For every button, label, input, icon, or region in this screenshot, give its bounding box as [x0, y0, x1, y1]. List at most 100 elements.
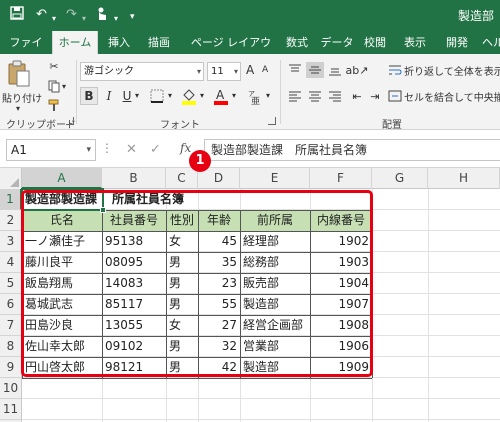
group-divider — [76, 60, 77, 124]
borders-dropdown-icon[interactable]: ▾ — [168, 91, 172, 100]
gridline — [22, 398, 500, 399]
name-box[interactable]: A1 ▾ — [6, 139, 96, 161]
row-header-10[interactable]: 10 — [0, 378, 22, 399]
align-middle-icon[interactable] — [306, 62, 324, 78]
underline-button[interactable]: U — [120, 87, 134, 105]
merge-center-icon[interactable] — [388, 88, 402, 104]
column-header-h[interactable]: H — [428, 168, 500, 189]
align-left-icon[interactable] — [286, 88, 304, 104]
tab-insert[interactable]: 挿入 — [104, 31, 134, 54]
copy-icon[interactable] — [46, 78, 62, 94]
tab-help[interactable]: ヘルプ — [482, 31, 500, 54]
wrap-text-icon[interactable] — [388, 62, 402, 78]
phonetic-dropdown-icon[interactable]: ▾ — [266, 91, 270, 100]
touch-mode-icon[interactable] — [96, 6, 110, 28]
column-header-b[interactable]: B — [102, 168, 166, 189]
column-header-c[interactable]: C — [166, 168, 198, 189]
bold-button[interactable]: B — [80, 87, 98, 105]
row-header-9[interactable]: 9 — [0, 357, 22, 378]
paste-button[interactable]: 貼り付け — [2, 90, 42, 105]
font-size-combo[interactable]: 11 ▾ — [207, 62, 241, 81]
alignment-group-label: 配置 — [382, 120, 402, 131]
cancel-icon[interactable]: ✕ — [126, 142, 137, 157]
formula-input[interactable]: 製造部製造課 所属社員名簿 — [204, 139, 500, 161]
chevron-down-icon: ▾ — [86, 145, 91, 155]
tab-review[interactable]: 校閲 — [360, 31, 390, 54]
svg-text:亜: 亜 — [251, 96, 260, 105]
merge-center-button[interactable]: セルを結合して中央揃え — [404, 88, 500, 104]
increase-indent-icon[interactable]: ⇥ — [366, 88, 384, 104]
clipboard-launcher-icon[interactable] — [66, 117, 74, 125]
column-headers: A B C D E F G H — [0, 168, 500, 189]
row-header-4[interactable]: 4 — [0, 252, 22, 273]
font-size-value: 11 — [211, 66, 224, 77]
undo-icon[interactable]: ↶ — [36, 6, 47, 24]
tab-developer[interactable]: 開発 — [442, 31, 472, 54]
tab-formulas[interactable]: 数式 — [282, 31, 312, 54]
row-header-8[interactable]: 8 — [0, 336, 22, 357]
copy-dropdown-icon[interactable]: ▾ — [62, 82, 66, 91]
save-icon[interactable] — [10, 6, 24, 26]
row-header-5[interactable]: 5 — [0, 273, 22, 294]
column-header-g[interactable]: G — [372, 168, 428, 189]
gridline — [428, 189, 429, 422]
row-header-3[interactable]: 3 — [0, 231, 22, 252]
align-right-icon[interactable] — [326, 88, 344, 104]
select-all-button[interactable] — [0, 168, 22, 189]
tab-home[interactable]: ホーム — [52, 31, 98, 54]
column-header-f[interactable]: F — [310, 168, 372, 189]
row-header-2[interactable]: 2 — [0, 210, 22, 231]
undo-dropdown-icon[interactable]: ▾ — [52, 10, 56, 28]
column-header-e[interactable]: E — [240, 168, 310, 189]
name-box-value: A1 — [11, 143, 27, 157]
tab-draw[interactable]: 描画 — [144, 31, 174, 54]
row-header-7[interactable]: 7 — [0, 315, 22, 336]
customize-icon[interactable]: ▾ — [130, 8, 135, 26]
tab-view[interactable]: 表示 — [400, 31, 430, 54]
align-center-icon[interactable] — [306, 88, 324, 104]
redo-icon[interactable]: ↷ — [66, 6, 77, 24]
fill-color-icon[interactable] — [180, 86, 198, 106]
touch-dropdown-icon[interactable]: ▾ — [114, 10, 118, 28]
paste-dropdown-icon[interactable]: ▾ — [16, 104, 20, 113]
grow-font-icon[interactable]: A — [246, 63, 254, 77]
align-top-icon[interactable] — [286, 62, 304, 78]
tab-data[interactable]: データ — [320, 31, 354, 54]
row-header-1[interactable]: 1 — [0, 189, 22, 210]
font-color-dropdown-icon[interactable]: ▾ — [232, 91, 236, 100]
column-header-d[interactable]: D — [198, 168, 240, 189]
underline-dropdown-icon[interactable]: ▾ — [135, 91, 139, 100]
row-header-6[interactable]: 6 — [0, 294, 22, 315]
borders-icon[interactable] — [148, 88, 166, 104]
column-header-a[interactable]: A — [22, 168, 102, 189]
row-header-11[interactable]: 11 — [0, 399, 22, 420]
redo-dropdown-icon[interactable]: ▾ — [82, 10, 86, 28]
decrease-indent-icon[interactable]: ⇤ — [348, 88, 366, 104]
chevron-down-icon: ▾ — [233, 67, 238, 76]
wrap-text-button[interactable]: 折り返して全体を表示す — [404, 62, 500, 78]
title-bar: ↶ ▾ ↷ ▾ ▾ ▾ 製造部 — [0, 0, 500, 31]
font-color-icon[interactable]: A — [212, 86, 230, 106]
font-launcher-icon[interactable] — [268, 117, 276, 125]
insert-function-icon[interactable]: fx — [180, 141, 191, 155]
phonetic-icon[interactable]: ア亜 — [246, 88, 264, 106]
ribbon-home: 貼り付け ▾ ✂ ▾ クリップボード 游ゴシック ▾ 11 ▾ A A B I … — [0, 54, 500, 131]
cut-icon[interactable]: ✂ — [46, 58, 62, 74]
font-name-value: 游ゴシック — [84, 66, 134, 77]
annotation-badge: 1 — [189, 150, 211, 172]
align-bottom-icon[interactable] — [326, 62, 344, 78]
format-painter-icon[interactable] — [46, 97, 62, 113]
italic-button[interactable]: I — [102, 87, 116, 105]
enter-icon[interactable]: ✓ — [150, 142, 161, 157]
ribbon-tabs: ファイル ホーム 挿入 描画 ページ レイアウト 数式 データ 校閲 表示 開発… — [0, 31, 500, 72]
chevron-down-icon: ▾ — [196, 67, 201, 76]
fill-color-dropdown-icon[interactable]: ▾ — [200, 91, 204, 100]
shrink-font-icon[interactable]: A — [262, 65, 268, 75]
tab-file[interactable]: ファイル — [6, 31, 46, 72]
orientation-icon[interactable]: ab↗ — [346, 62, 369, 78]
paste-icon[interactable] — [4, 58, 34, 90]
more-options-icon[interactable]: ⋮ — [101, 141, 113, 155]
tab-page-layout[interactable]: ページ レイアウト — [186, 31, 276, 72]
font-name-combo[interactable]: 游ゴシック ▾ — [80, 62, 204, 81]
svg-text:A: A — [216, 88, 225, 102]
